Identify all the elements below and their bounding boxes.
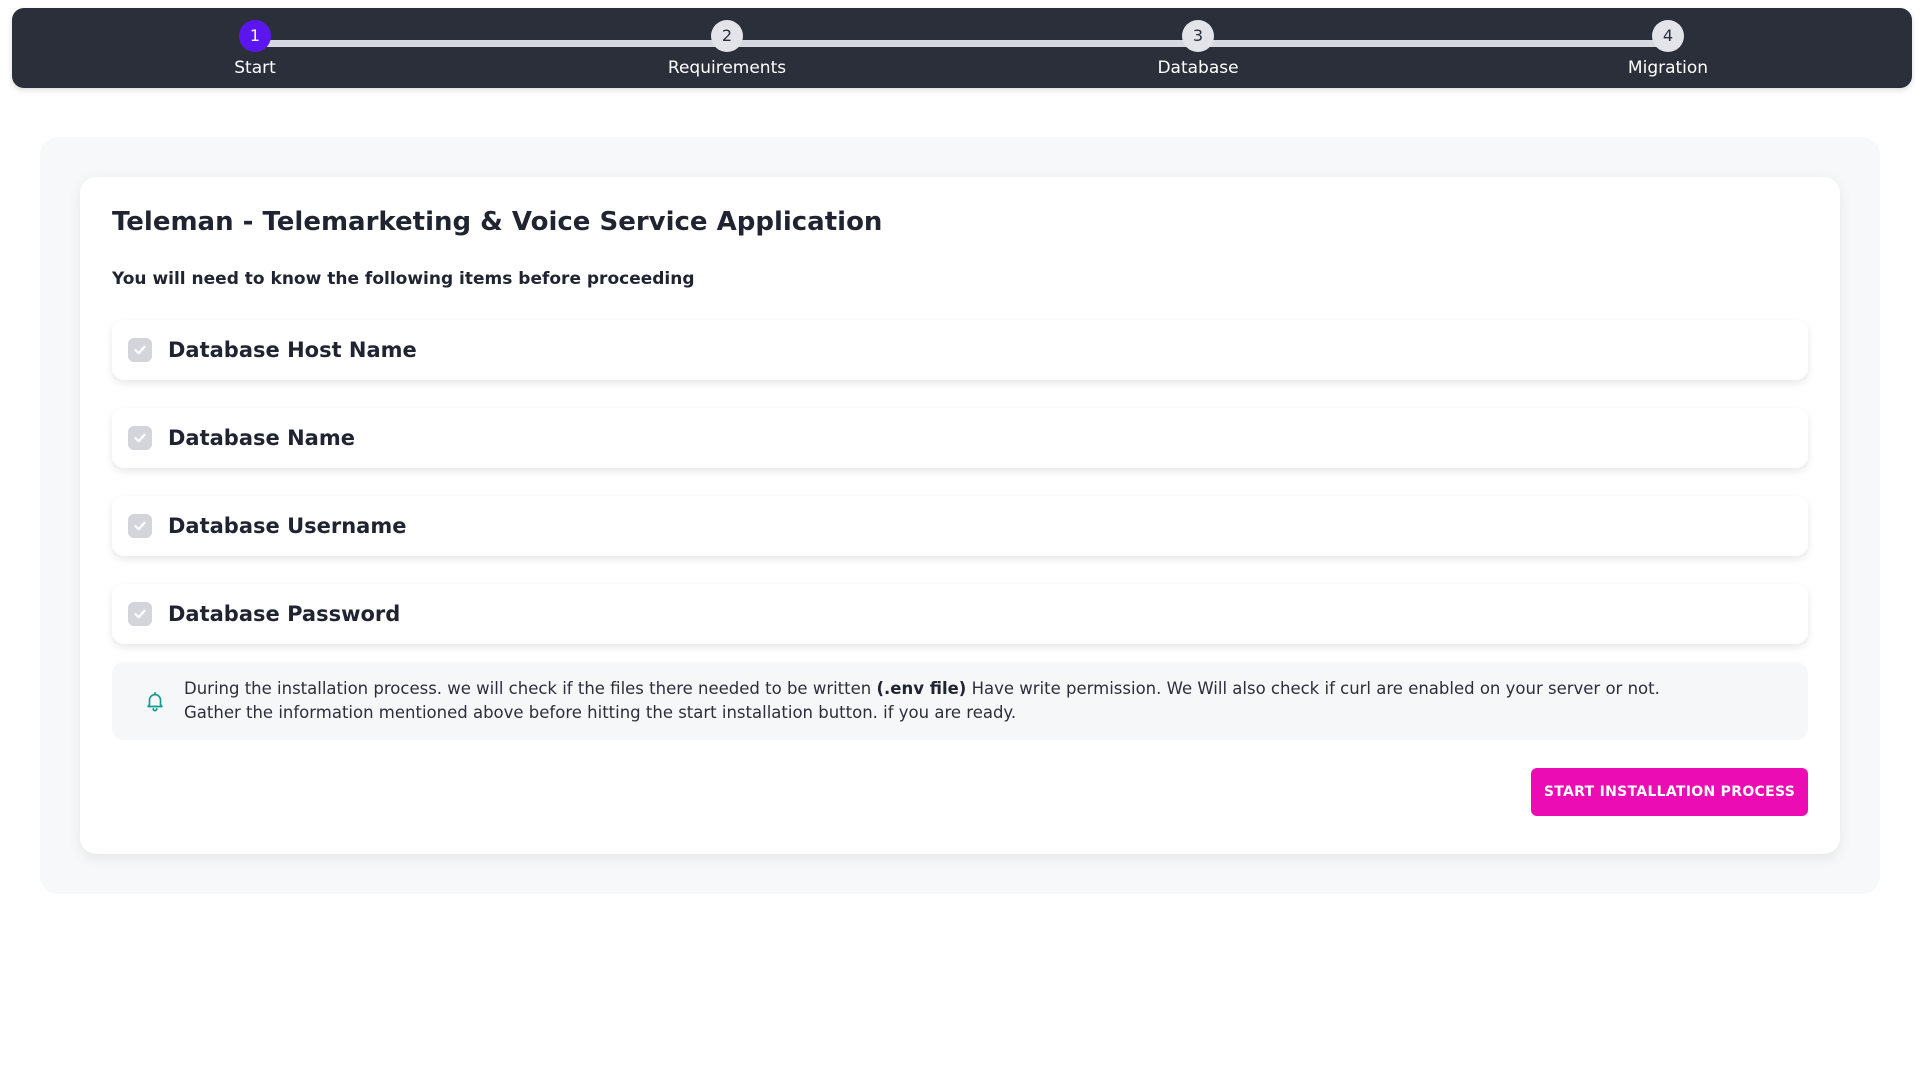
step-database[interactable]: 3 Database [1098,20,1298,78]
installation-notice: During the installation process. we will… [112,662,1808,740]
check-icon [128,602,152,626]
check-icon [128,338,152,362]
check-icon [128,514,152,538]
step-number: 4 [1652,20,1684,52]
notice-text-before: During the installation process. we will… [184,679,877,698]
notice-text: During the installation process. we will… [184,677,1718,725]
step-number: 2 [711,20,743,52]
step-number: 1 [239,20,271,52]
step-number: 3 [1182,20,1214,52]
requirement-label: Database Password [168,602,401,626]
bell-icon [147,691,163,712]
requirement-label: Database Name [168,426,355,450]
requirement-label: Database Username [168,514,407,538]
step-label: Start [234,58,276,78]
requirement-item: Database Host Name [112,320,1808,380]
notice-highlight: (.env file) [876,679,967,698]
requirement-item: Database Name [112,408,1808,468]
requirements-list: Database Host Name Database Name Databas… [112,320,1808,672]
page-subtitle: You will need to know the following item… [112,269,695,289]
requirement-label: Database Host Name [168,338,417,362]
page-title: Teleman - Telemarketing & Voice Service … [112,207,883,237]
requirement-item: Database Password [112,584,1808,644]
step-start[interactable]: 1 Start [155,20,355,78]
start-card: Teleman - Telemarketing & Voice Service … [80,177,1840,854]
start-installation-button[interactable]: START INSTALLATION PROCESS [1531,768,1808,816]
step-label: Database [1157,58,1239,78]
requirement-item: Database Username [112,496,1808,556]
step-migration[interactable]: 4 Migration [1568,20,1768,78]
stepper-progress-track [267,40,1680,47]
step-label: Requirements [667,58,787,78]
content-panel: Teleman - Telemarketing & Voice Service … [40,137,1880,894]
step-requirements[interactable]: 2 Requirements [627,20,827,78]
check-icon [128,426,152,450]
step-label: Migration [1627,58,1709,78]
installation-stepper: 1 Start 2 Requirements 3 Database 4 Migr… [12,8,1912,88]
